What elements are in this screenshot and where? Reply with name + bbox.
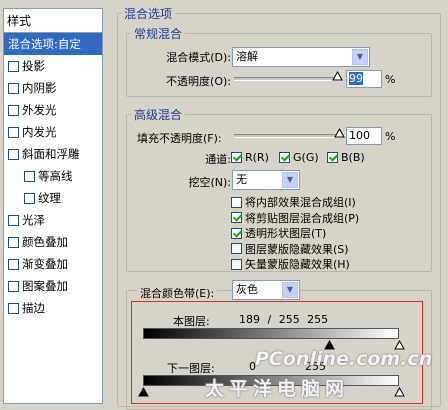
style-item-8[interactable]: 光泽 [4,209,102,231]
blend-if-select[interactable]: 灰色 ▼ [232,280,300,300]
style-item-label: 颜色叠加 [22,235,68,249]
checkbox-icon[interactable] [8,82,19,94]
watermark-brand: PConline.com.cn [255,348,433,370]
knockout-select[interactable]: 无 ▼ [232,170,300,190]
style-item-label: 纹理 [38,191,61,205]
style-item-5[interactable]: 斜面和浮雕 [4,143,102,165]
checkbox-icon[interactable] [8,148,19,160]
opacity-input[interactable]: 99 [346,70,382,88]
blend-options-title: 混合选项 [121,5,176,22]
style-item-label: 混合选项:自定 [8,37,81,51]
general-blending-title: 常规混合 [131,25,186,42]
checkbox-icon[interactable] [8,302,19,314]
slider-triangle-icon [138,386,149,397]
fill-opacity-slider-track[interactable] [234,134,341,138]
style-item-6[interactable]: 等高线 [4,165,102,187]
opacity-slider-track[interactable] [234,77,341,81]
style-item-label: 图案叠加 [22,279,68,293]
styles-list-header: 样式 [4,9,102,33]
this-layer-gradient [143,328,399,339]
checkbox-icon[interactable] [8,236,19,248]
checkbox-icon[interactable] [8,280,19,292]
blend-if-value: 灰色 [236,283,258,296]
slider-triangle-icon [332,70,343,81]
channel-b-checkbox[interactable]: B(B) [327,151,365,164]
style-item-label: 内发光 [22,125,57,139]
advanced-option-label: 图层蒙版隐藏效果(S) [245,242,349,256]
checkbox-checked-icon[interactable] [279,152,290,163]
style-item-2[interactable]: 内阴影 [4,77,102,99]
checkbox-icon[interactable] [8,258,19,270]
chevron-down-icon[interactable]: ▼ [282,282,298,298]
checkbox-checked-icon[interactable] [231,212,242,223]
checkbox-checked-icon[interactable] [231,152,242,163]
advanced-option-label: 将内部效果混合成组(I) [245,196,356,209]
this-layer-values: 189 / 255 255 [239,313,329,326]
blend-mode-select[interactable]: 溶解 ▼ [232,47,370,67]
checkbox-icon[interactable] [231,196,242,208]
style-item-label: 描边 [22,301,45,315]
channel-g-checkbox[interactable]: G(G) [279,151,319,164]
checkbox-icon[interactable] [231,258,242,270]
blending-options-panel: 混合选项 常规混合 混合模式(D): 溶解 ▼ 不透明度(O): 99 % 高级… [107,0,448,410]
style-item-1[interactable]: 投影 [4,55,102,77]
fill-opacity-input[interactable]: 100 [346,127,382,145]
checkbox-icon[interactable] [8,104,19,116]
styles-list: 样式 混合选项:自定投影内阴影外发光内发光斜面和浮雕等高线纹理光泽颜色叠加渐变叠… [3,8,103,404]
checkbox-checked-icon[interactable] [231,227,242,239]
channel-r-checkbox[interactable]: R(R) [231,151,269,164]
checkbox-icon[interactable] [8,214,19,226]
advanced-blending-title: 高级混合 [131,106,186,123]
style-item-11[interactable]: 图案叠加 [4,275,102,297]
blend-if-label: 混合颜色带(E): [140,287,215,300]
channels-label: 通道: [205,153,231,166]
chevron-down-icon[interactable]: ▼ [352,49,368,65]
checkbox-icon[interactable] [231,243,242,254]
fill-percent-label: % [385,130,396,143]
style-item-label: 光泽 [22,213,45,227]
fill-opacity-slider-handle[interactable] [334,127,345,138]
style-item-label: 渐变叠加 [22,257,68,271]
advanced-option-label: 矢量蒙版隐藏效果(H) [245,258,350,271]
slider-triangle-icon [394,386,405,397]
underlying-black-handle[interactable] [138,386,149,397]
underlying-white-handle[interactable] [394,386,405,397]
style-item-10[interactable]: 渐变叠加 [4,253,102,275]
advanced-option-1[interactable]: 将剪贴图层混合成组(P) [231,210,359,226]
style-item-12[interactable]: 描边 [4,297,102,319]
advanced-option-2[interactable]: 透明形状图层(T) [231,225,326,241]
style-item-3[interactable]: 外发光 [4,99,102,121]
checkbox-icon[interactable] [24,170,35,182]
style-item-label: 内阴影 [22,81,57,95]
checkbox-checked-icon[interactable] [327,152,338,163]
advanced-option-label: 透明形状图层(T) [245,227,327,240]
opacity-label: 不透明度(O): [166,75,231,88]
style-item-7[interactable]: 纹理 [4,187,102,209]
slider-triangle-icon [334,127,345,138]
style-item-label: 外发光 [22,103,57,117]
style-item-label: 斜面和浮雕 [22,147,80,161]
style-item-label: 等高线 [38,169,73,183]
this-layer-label: 本图层: [173,315,210,328]
style-item-0[interactable]: 混合选项:自定 [4,33,102,55]
advanced-option-4[interactable]: 矢量蒙版隐藏效果(H) [231,256,350,272]
style-item-9[interactable]: 颜色叠加 [4,231,102,253]
blend-mode-label: 混合模式(D): [166,51,231,64]
blend-mode-value: 溶解 [236,50,258,63]
knockout-value: 无 [236,173,247,186]
advanced-option-3[interactable]: 图层蒙版隐藏效果(S) [231,241,349,257]
checkbox-icon[interactable] [8,126,19,138]
checkbox-icon[interactable] [24,192,35,204]
chevron-down-icon[interactable]: ▼ [282,172,298,188]
checkbox-icon[interactable] [8,60,19,72]
fill-opacity-label: 填充不透明度(F): [137,132,222,145]
knockout-label: 挖空(N): [188,176,231,189]
style-item-4[interactable]: 内发光 [4,121,102,143]
advanced-option-label: 将剪贴图层混合成组(P) [245,211,360,225]
watermark-chinese: 太平洋电脑网 [205,378,350,400]
opacity-slider-handle[interactable] [332,70,343,81]
opacity-percent-label: % [385,73,396,86]
advanced-option-0[interactable]: 将内部效果混合成组(I) [231,194,356,210]
style-item-label: 投影 [22,59,45,73]
